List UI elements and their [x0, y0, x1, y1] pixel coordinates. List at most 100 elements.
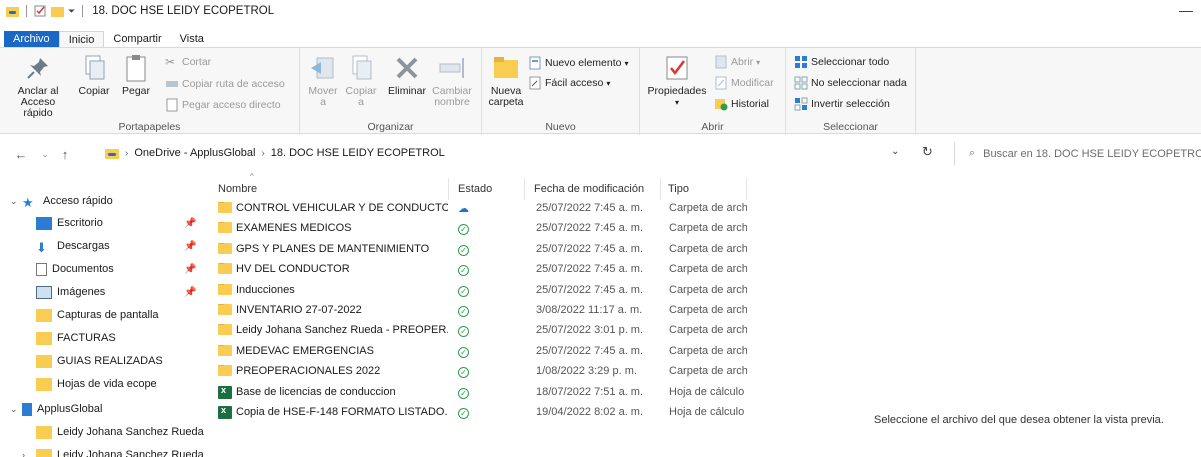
nav-item-leidy-2[interactable]: › Leidy Johana Sanchez Rueda: [0, 444, 210, 457]
refresh-icon[interactable]: ↻: [922, 144, 933, 160]
file-name[interactable]: CONTROL VEHICULAR Y DE CONDUCTO...: [236, 202, 448, 214]
file-modified: 18/07/2022 7:51 a. m.: [536, 385, 644, 398]
new-folder-button[interactable]: Nueva carpeta: [486, 52, 526, 108]
folder-row[interactable]: MEDEVAC EMERGENCIAS ✓ 25/07/2022 7:45 a. m…: [210, 343, 750, 362]
forward-dropdown-icon[interactable]: ⌄: [36, 149, 54, 160]
nav-item-leidy-1[interactable]: Leidy Johana Sanchez Rueda: [0, 421, 210, 443]
expand-chevron-icon[interactable]: ⌄: [10, 196, 22, 207]
copy-to-button[interactable]: Copiar a: [342, 52, 380, 108]
tab-archivo[interactable]: Archivo: [4, 31, 59, 48]
file-row[interactable]: Base de licencias de conduccion ✓ 18/07/20…: [210, 384, 750, 403]
column-header-status[interactable]: Estado: [458, 178, 518, 200]
select-none-button[interactable]: No seleccionar nada: [794, 76, 907, 90]
new-item-label: Nuevo elemento: [545, 57, 622, 69]
onedrive-folder-icon[interactable]: [6, 5, 19, 17]
column-header-modified[interactable]: Fecha de modificación: [534, 178, 658, 200]
file-name[interactable]: EXAMENES MEDICOS: [236, 222, 448, 234]
file-name[interactable]: MEDEVAC EMERGENCIAS: [236, 345, 448, 357]
ribbon-tabs: Archivo Inicio Compartir Vista: [0, 31, 213, 48]
file-row[interactable]: Copia de HSE-F-148 FORMATO LISTADO... ✓ 19…: [210, 404, 750, 423]
tab-compartir[interactable]: Compartir: [104, 31, 170, 48]
nav-item-capturas[interactable]: Capturas de pantalla: [0, 304, 210, 326]
folder-row[interactable]: INVENTARIO 27-07-2022 ✓ 3/08/2022 11:17 a.…: [210, 302, 750, 321]
pin-icon[interactable]: 📌: [184, 241, 196, 252]
move-label-2: a: [320, 96, 326, 108]
edit-button[interactable]: Modificar: [714, 76, 774, 90]
search-input[interactable]: Buscar en 18. DOC HSE LEIDY ECOPETROL: [983, 148, 1201, 160]
folder-row[interactable]: GPS Y PLANES DE MANTENIMIENTO ✓ 25/07/2022…: [210, 241, 750, 260]
file-name[interactable]: INVENTARIO 27-07-2022: [236, 304, 448, 316]
tab-vista[interactable]: Vista: [171, 31, 213, 48]
breadcrumb-onedrive[interactable]: OneDrive - ApplusGlobal: [134, 147, 255, 159]
group-label-organizar: Organizar: [367, 121, 414, 133]
column-divider[interactable]: [448, 178, 449, 200]
file-name[interactable]: Base de licencias de conduccion: [236, 386, 448, 398]
new-folder-icon[interactable]: [51, 5, 64, 17]
folder-row[interactable]: PREOPERACIONALES 2022 ✓ 1/08/2022 3:29 p. …: [210, 363, 750, 382]
pin-icon[interactable]: 📌: [184, 287, 196, 298]
folder-row[interactable]: HV DEL CONDUCTOR ✓ 25/07/2022 7:45 a. m. Ca…: [210, 261, 750, 280]
file-name[interactable]: HV DEL CONDUCTOR: [236, 263, 448, 275]
open-button[interactable]: Abrir ▾: [714, 55, 760, 69]
group-portapapeles: Anclar al Acceso rápido Copiar Pegar ✂ C…: [0, 48, 300, 135]
nav-applusglobal[interactable]: ⌄ ApplusGlobal: [0, 398, 210, 420]
move-to-button[interactable]: Mover a: [304, 52, 342, 108]
folder-row[interactable]: CONTROL VEHICULAR Y DE CONDUCTO... ☁ 25/07…: [210, 200, 750, 219]
file-name[interactable]: PREOPERACIONALES 2022: [236, 365, 448, 377]
properties-check-icon[interactable]: [34, 5, 47, 17]
nav-item-escritorio[interactable]: Escritorio 📌: [0, 212, 210, 234]
minimize-button[interactable]: —: [1179, 2, 1193, 18]
paste-shortcut-button[interactable]: Pegar acceso directo: [165, 98, 281, 112]
properties-label: Propiedades: [647, 85, 707, 97]
easy-access-button[interactable]: Fácil acceso ▾: [528, 76, 610, 90]
nav-item-guias[interactable]: GUIAS REALIZADAS: [0, 350, 210, 372]
nav-item-documentos[interactable]: Documentos 📌: [0, 258, 210, 280]
pin-icon[interactable]: 📌: [184, 218, 196, 229]
nav-item-imagenes[interactable]: Imágenes 📌: [0, 281, 210, 303]
nav-item-hojas[interactable]: Hojas de vida ecope: [0, 373, 210, 395]
nav-quick-access[interactable]: ⌄ ★ Acceso rápido: [0, 190, 210, 212]
delete-button[interactable]: Eliminar: [384, 52, 430, 97]
column-header-name[interactable]: Nombre: [218, 178, 448, 200]
nav-item-facturas[interactable]: FACTURAS: [0, 327, 210, 349]
pin-icon[interactable]: 📌: [184, 264, 196, 275]
collapsed-chevron-icon[interactable]: ›: [22, 450, 36, 457]
invert-selection-button[interactable]: Invertir selección: [794, 97, 890, 111]
column-divider[interactable]: [746, 178, 747, 200]
properties-button[interactable]: Propiedades ▾: [646, 52, 708, 108]
column-header-type[interactable]: Tipo: [668, 178, 748, 200]
nav-item-descargas[interactable]: ⬇ Descargas 📌: [0, 235, 210, 257]
select-all-button[interactable]: Seleccionar todo: [794, 55, 889, 69]
up-arrow-icon[interactable]: ↑: [56, 147, 74, 162]
file-name[interactable]: Inducciones: [236, 284, 448, 296]
file-modified: 25/07/2022 7:45 a. m.: [536, 263, 644, 276]
paste-label: Pegar: [121, 85, 151, 97]
customize-toolbar-icon[interactable]: ⏷: [68, 6, 75, 17]
history-button[interactable]: Historial: [714, 97, 769, 111]
pin-quick-access-button[interactable]: Anclar al Acceso rápido: [10, 52, 66, 119]
cut-button[interactable]: ✂ Cortar: [165, 55, 211, 69]
copy-path-button[interactable]: Copiar ruta de acceso: [165, 77, 285, 91]
file-name[interactable]: GPS Y PLANES DE MANTENIMIENTO: [236, 243, 448, 255]
file-name[interactable]: Copia de HSE-F-148 FORMATO LISTADO...: [236, 406, 448, 418]
file-type: Carpeta de archivos: [669, 222, 747, 235]
back-arrow-icon[interactable]: ←: [12, 147, 30, 162]
file-name[interactable]: Leidy Johana Sanchez Rueda - PREOPER...: [236, 324, 448, 336]
folder-row[interactable]: Leidy Johana Sanchez Rueda - PREOPER... ✓…: [210, 322, 750, 341]
rename-button[interactable]: Cambiar nombre: [430, 52, 474, 108]
address-bar[interactable]: › OneDrive - ApplusGlobal › 18. DOC HSE …: [105, 141, 915, 165]
paste-button[interactable]: Pegar: [116, 52, 156, 97]
column-divider[interactable]: [524, 178, 525, 200]
expand-chevron-icon[interactable]: ⌄: [10, 404, 22, 415]
address-dropdown-icon[interactable]: ⌄: [891, 146, 899, 157]
folder-row[interactable]: EXAMENES MEDICOS ✓ 25/07/2022 7:45 a. m. Ca…: [210, 220, 750, 239]
synced-check-icon: ✓: [458, 326, 469, 338]
tab-inicio[interactable]: Inicio: [58, 31, 105, 48]
search-box[interactable]: ⌕ Buscar en 18. DOC HSE LEIDY ECOPETROL: [954, 142, 1201, 165]
column-divider[interactable]: [660, 178, 661, 200]
new-item-button[interactable]: Nuevo elemento ▾: [528, 56, 628, 70]
chevron-down-icon: ▾: [624, 58, 629, 68]
copy-button[interactable]: Copiar: [72, 52, 116, 97]
folder-row[interactable]: Inducciones ✓ 25/07/2022 7:45 a. m. Carpeta…: [210, 282, 750, 301]
breadcrumb-current[interactable]: 18. DOC HSE LEIDY ECOPETROL: [271, 147, 445, 159]
